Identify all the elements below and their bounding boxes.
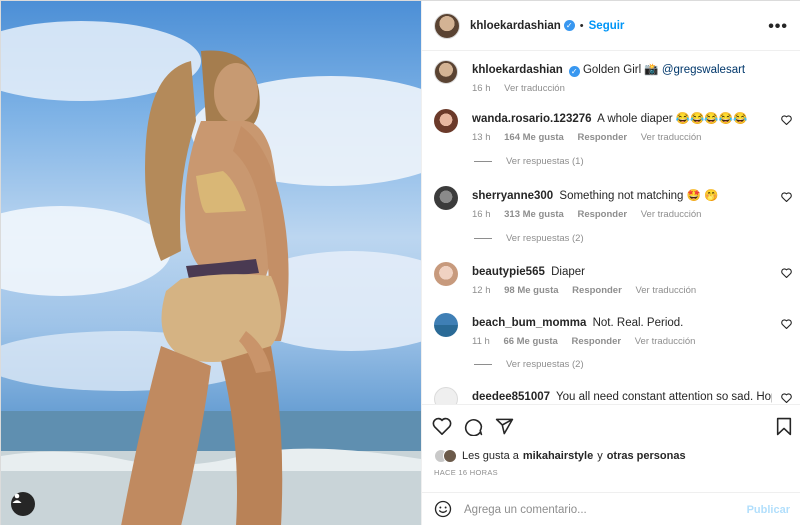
comment-composer: Agrega un comentario... Publicar — [422, 492, 800, 525]
comment-text: Diaper — [551, 266, 585, 278]
follow-button[interactable]: Seguir — [589, 20, 625, 32]
comment-time: 13 h — [472, 132, 491, 143]
translate-link[interactable]: Ver traducción — [635, 285, 696, 296]
post-photo[interactable] — [1, 1, 421, 525]
share-icon[interactable] — [495, 417, 514, 439]
comment-likes[interactable]: 98 Me gusta — [504, 285, 558, 296]
separator-dot: • — [579, 19, 584, 32]
publish-button[interactable]: Publicar — [747, 504, 790, 516]
translate-link[interactable]: Ver traducción — [635, 336, 696, 347]
comment-icon[interactable] — [464, 417, 483, 439]
view-replies-label: Ver respuestas (2) — [506, 359, 584, 370]
reply-button[interactable]: Responder — [577, 209, 627, 220]
comment-likes[interactable]: 313 Me gusta — [504, 209, 564, 220]
caption-time: 16 h — [472, 83, 491, 94]
view-replies-button[interactable]: Ver respuestas (1) — [474, 156, 584, 167]
comment-likes[interactable]: 164 Me gusta — [504, 132, 564, 143]
comments-list[interactable]: khloekardashian ✓ Golden Girl 📸 @gregswal… — [422, 52, 800, 404]
commenter-avatar[interactable] — [434, 186, 458, 210]
view-replies-label: Ver respuestas (1) — [506, 156, 584, 167]
like-comment-heart-icon[interactable] — [781, 192, 792, 205]
translate-link[interactable]: Ver traducción — [641, 209, 702, 220]
comment-text: Not. Real. Period. — [592, 317, 684, 329]
comment-username[interactable]: beautypie565 — [472, 266, 545, 278]
commenter-avatar[interactable] — [434, 313, 458, 337]
view-replies-label: Ver respuestas (2) — [506, 233, 584, 244]
comment-text: Something not matching 🤩 🤭 — [559, 190, 719, 202]
comment-time: 11 h — [472, 336, 490, 347]
emoji-icon[interactable] — [434, 500, 452, 521]
replies-line — [474, 161, 492, 162]
likes-others-link[interactable]: otras personas — [607, 450, 686, 462]
comment-username[interactable]: beach_bum_momma — [472, 317, 586, 329]
reply-button[interactable]: Responder — [577, 132, 627, 143]
more-icon[interactable]: ••• — [768, 18, 788, 36]
commenter-avatar[interactable] — [434, 387, 458, 404]
liker-avatar — [443, 449, 457, 463]
like-comment-heart-icon[interactable] — [781, 319, 792, 332]
comment-input[interactable]: Agrega un comentario... — [464, 504, 747, 516]
bookmark-icon[interactable] — [776, 417, 792, 439]
liker-username[interactable]: mikahairstyle — [523, 450, 593, 462]
verified-icon: ✓ — [568, 66, 580, 77]
post-side-panel: khloekardashian ✓ • Seguir ••• khloekard… — [421, 1, 800, 525]
replies-line — [474, 238, 492, 239]
like-comment-heart-icon[interactable] — [781, 115, 792, 128]
commenter-avatar[interactable] — [434, 262, 458, 286]
likes-prefix: Les gusta a — [462, 450, 519, 462]
like-comment-heart-icon[interactable] — [781, 393, 792, 404]
beach-photo-illustration — [1, 21, 421, 525]
view-replies-button[interactable]: Ver respuestas (2) — [474, 233, 584, 244]
likes-summary[interactable]: Les gusta a mikahairstyle y otras person… — [434, 449, 686, 463]
caption-translate-link[interactable]: Ver traducción — [504, 83, 565, 94]
view-replies-button[interactable]: Ver respuestas (2) — [474, 359, 584, 370]
author-avatar[interactable] — [434, 60, 458, 84]
comment-time: 12 h — [472, 285, 491, 296]
comment-likes[interactable]: 66 Me gusta — [503, 336, 557, 347]
comment-username[interactable]: sherryanne300 — [472, 190, 553, 202]
heart-icon[interactable] — [432, 417, 452, 439]
comment-time: 16 h — [472, 209, 491, 220]
comment-username[interactable]: wanda.rosario.123276 — [472, 113, 592, 125]
reply-button[interactable]: Responder — [571, 336, 621, 347]
reply-button[interactable]: Responder — [572, 285, 622, 296]
author-username[interactable]: khloekardashian — [470, 20, 561, 32]
like-comment-heart-icon[interactable] — [781, 268, 792, 281]
translate-link[interactable]: Ver traducción — [641, 132, 702, 143]
caption-username[interactable]: khloekardashian — [472, 64, 563, 76]
user-tag-icon[interactable] — [11, 492, 35, 516]
replies-line — [474, 364, 492, 365]
comment-text: A whole diaper 😂😂😂😂😂 — [597, 113, 748, 125]
verified-icon: ✓ — [563, 20, 575, 31]
post-header: khloekardashian ✓ • Seguir ••• — [422, 1, 800, 51]
caption-text: Golden Girl 📸 — [582, 64, 659, 76]
commenter-avatar[interactable] — [434, 109, 458, 133]
comment-username[interactable]: deedee851007 — [472, 391, 550, 403]
comment-text: You all need constant attention so sad. … — [556, 391, 772, 403]
instagram-post-modal: khloekardashian ✓ • Seguir ••• khloekard… — [0, 0, 800, 525]
post-timestamp: HACE 16 HORAS — [434, 468, 498, 477]
author-avatar[interactable] — [434, 12, 460, 39]
likes-connector: y — [597, 450, 603, 462]
caption-mention-link[interactable]: @gregswalesart — [662, 64, 745, 76]
post-actions: Les gusta a mikahairstyle y otras person… — [422, 404, 800, 525]
